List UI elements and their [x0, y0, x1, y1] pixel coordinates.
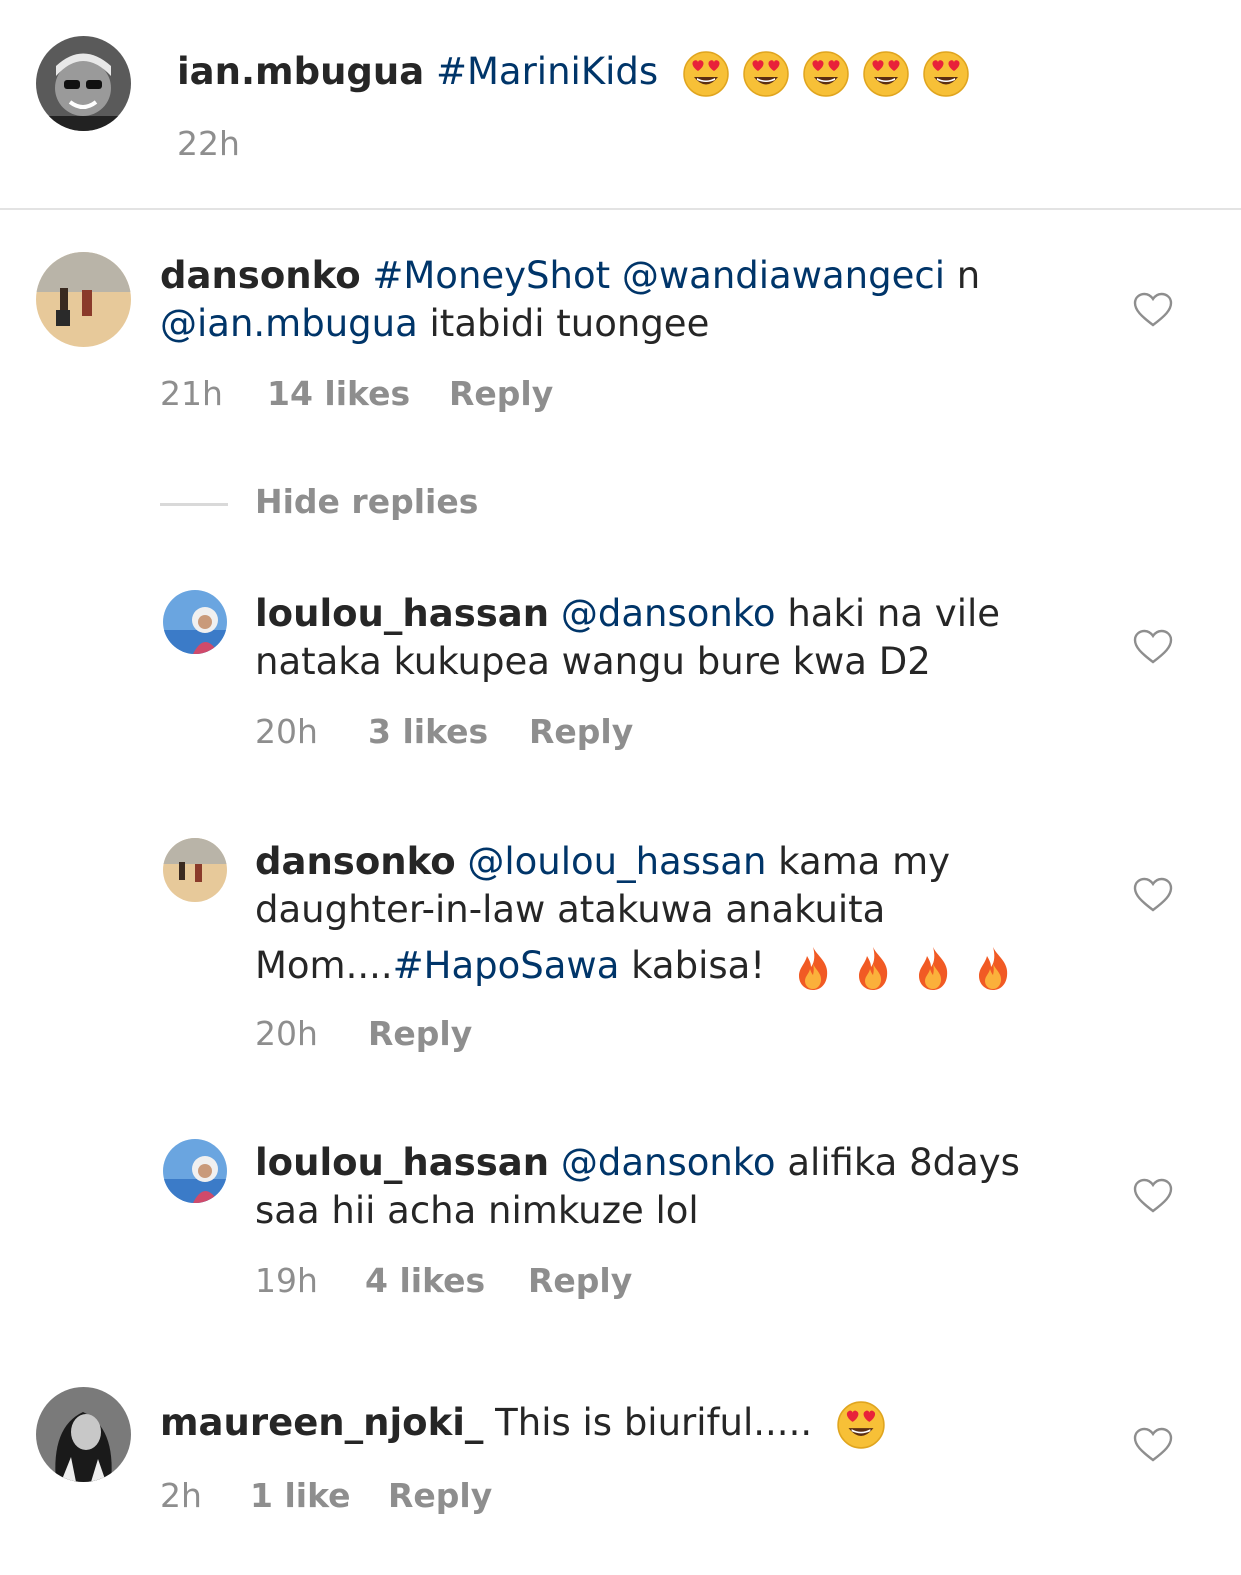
reply-hashtag[interactable]: #HapoSawa [393, 944, 620, 987]
reply-text: Mom.... [255, 944, 393, 987]
reply-text: kama my [766, 840, 951, 883]
comment-line-1: dansonko #MoneyShot @wandiawangeci n [160, 252, 980, 300]
fire-emoji [969, 944, 1017, 992]
caption-emoji-group [670, 50, 970, 97]
reply-time: 19h [255, 1261, 318, 1300]
likes-count[interactable]: 14 likes [267, 374, 410, 413]
comment-meta: 21h [160, 374, 223, 414]
reply-username[interactable]: dansonko [255, 840, 456, 883]
heart-eyes-emoji [922, 50, 970, 98]
comment-time: 2h [160, 1476, 202, 1515]
heart-icon[interactable] [1133, 1178, 1173, 1214]
hide-replies-line [160, 503, 228, 506]
reply-line-2: saa hii acha nimkuze lol [255, 1189, 699, 1232]
likes-count[interactable]: 1 like [250, 1476, 351, 1515]
reply-button[interactable]: Reply [449, 374, 553, 414]
comment-username[interactable]: maureen_njoki_ [160, 1401, 483, 1444]
reply-text: haki na vile [775, 592, 1001, 635]
avatar-dansonko[interactable] [36, 252, 131, 347]
heart-eyes-emoji [836, 1400, 886, 1450]
heart-icon[interactable] [1133, 629, 1173, 665]
reply-mention[interactable]: @loulou_hassan [467, 840, 766, 883]
comment-mention[interactable]: @wandiawangeci [622, 254, 945, 297]
reply-line-2: daughter-in-law atakuwa anakuita [255, 888, 886, 931]
comment-line-2: @ian.mbugua itabidi tuongee [160, 300, 709, 348]
avatar-loulou-hassan[interactable] [163, 1139, 227, 1203]
heart-icon[interactable] [1133, 292, 1173, 328]
reply-likes[interactable]: 4 likes [365, 1261, 485, 1301]
comment-hashtag[interactable]: #MoneyShot [372, 254, 610, 297]
reply-likes[interactable]: 3 likes [368, 712, 488, 752]
reply-username[interactable]: loulou_hassan [255, 592, 549, 635]
reply-label[interactable]: Reply [529, 712, 633, 751]
comment-text: n [945, 254, 981, 297]
reply-label[interactable]: Reply [388, 1476, 492, 1515]
heart-eyes-emoji [802, 50, 850, 98]
reply-username[interactable]: loulou_hassan [255, 1141, 549, 1184]
reply-line-1: loulou_hassan @dansonko alifika 8days [255, 1139, 1020, 1187]
heart-icon[interactable] [1133, 877, 1173, 913]
likes-count[interactable]: 4 likes [365, 1261, 485, 1300]
reply-text: kabisa! [619, 944, 766, 987]
comment-username[interactable]: dansonko [160, 254, 361, 297]
caption-time: 22h [177, 124, 240, 163]
reply-mention[interactable]: @dansonko [561, 592, 776, 635]
caption-text: ian.mbugua #MariniKids [177, 48, 970, 98]
reply-button[interactable]: Reply [528, 1261, 632, 1301]
heart-eyes-emoji-group [824, 1400, 886, 1449]
reply-line-1: dansonko @loulou_hassan kama my [255, 838, 950, 886]
reply-line-3: Mom....#HapoSawa kabisa! [255, 942, 1017, 992]
comment-mention[interactable]: @ian.mbugua [160, 302, 418, 345]
reply-button[interactable]: Reply [388, 1476, 492, 1516]
caption-username[interactable]: ian.mbugua [177, 50, 424, 93]
reply-text: alifika 8days [775, 1141, 1020, 1184]
caption-hashtag[interactable]: #MariniKids [436, 50, 658, 93]
heart-eyes-emoji [862, 50, 910, 98]
comment-text: This is biuriful..... [483, 1401, 813, 1444]
comment-line-1: maureen_njoki_ This is biuriful..... [160, 1399, 886, 1450]
fire-emoji-group [777, 944, 1017, 990]
comment-text: itabidi tuongee [417, 302, 710, 345]
caption-divider [0, 208, 1241, 210]
avatar-maureen-njoki[interactable] [36, 1387, 131, 1482]
avatar-dansonko[interactable] [163, 838, 227, 902]
reply-button[interactable]: Reply [529, 712, 633, 752]
reply-time: 20h [255, 712, 318, 751]
reply-button[interactable]: Reply [368, 1014, 472, 1054]
heart-icon[interactable] [1133, 1427, 1173, 1463]
avatar-ian-mbugua[interactable] [36, 36, 131, 131]
heart-eyes-emoji [682, 50, 730, 98]
reply-time: 20h [255, 1014, 318, 1053]
reply-label[interactable]: Reply [368, 1014, 472, 1053]
hide-replies-button[interactable]: Hide replies [255, 482, 478, 522]
comment-likes[interactable]: 14 likes [267, 374, 410, 414]
reply-mention[interactable]: @dansonko [561, 1141, 776, 1184]
fire-emoji [789, 944, 837, 992]
fire-emoji [849, 944, 897, 992]
fire-emoji [909, 944, 957, 992]
likes-count[interactable]: 3 likes [368, 712, 488, 751]
comment-likes[interactable]: 1 like [250, 1476, 351, 1516]
reply-label[interactable]: Reply [528, 1261, 632, 1300]
reply-label[interactable]: Reply [449, 374, 553, 413]
reply-line-2: nataka kukupea wangu bure kwa D2 [255, 640, 931, 683]
comment-time: 21h [160, 374, 223, 413]
avatar-loulou-hassan[interactable] [163, 590, 227, 654]
heart-eyes-emoji [742, 50, 790, 98]
reply-line-1: loulou_hassan @dansonko haki na vile [255, 590, 1000, 638]
